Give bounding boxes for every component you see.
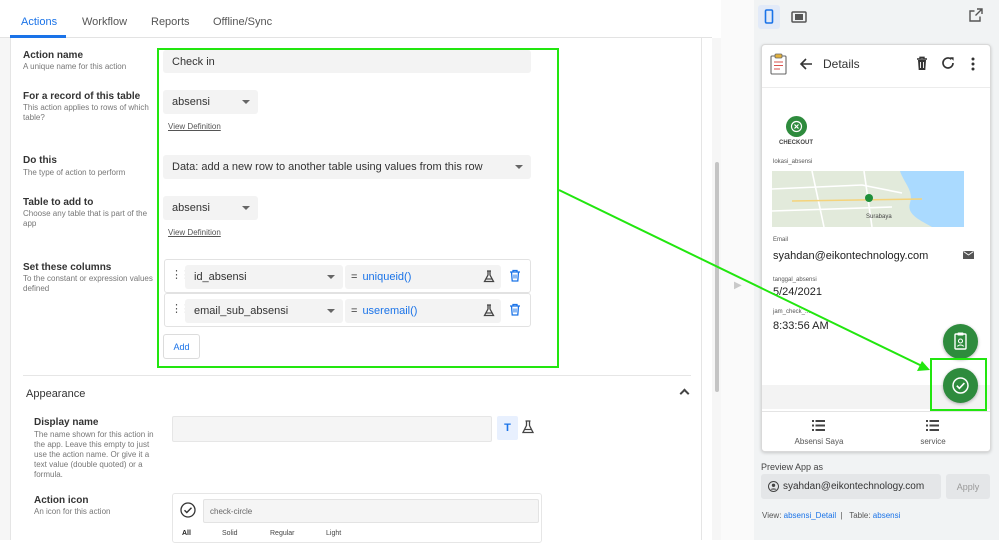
field-label-tanggal: tanggal_absensi [773,277,817,283]
action-name-desc: A unique name for this action [23,62,127,71]
trash-icon[interactable] [916,56,928,71]
back-arrow-icon[interactable] [799,57,813,71]
nav-label: Absensi Saya [794,437,844,446]
header-divider [762,87,990,88]
for-record-desc: This action applies to rows of which tab… [23,103,149,122]
tab-actions[interactable]: Actions [21,16,57,28]
icon-tab-solid[interactable]: Solid [222,530,238,537]
set-columns-desc: To the constant or expression values def… [23,274,153,293]
icon-search-value: check-circle [210,506,253,516]
field-label-email: Email [773,237,789,243]
collapse-arrow-icon[interactable]: ▶ [734,280,742,291]
field-value-tanggal: 5/24/2021 [773,286,822,298]
open-new-icon[interactable] [969,8,983,22]
display-name-input[interactable] [172,416,492,442]
tab-offline-sync[interactable]: Offline/Sync [213,16,272,28]
mobile-icon [764,9,774,24]
bottom-navigation: Absensi Saya service [762,411,990,451]
icon-tab-light[interactable]: Light [326,530,341,537]
display-name-desc: The name shown for this action in the ap… [34,430,154,479]
action-icon-desc: An icon for this action [34,507,111,516]
editor-scrollbar-thumb[interactable] [715,162,719,392]
icon-tab-regular[interactable]: Regular [270,530,295,537]
list-icon [926,420,939,431]
separator: | [838,511,848,520]
action-icon-label: Action icon [34,495,89,506]
appearance-section-title: Appearance [26,388,86,400]
highlight-box-action-config [157,48,559,368]
mail-icon[interactable] [963,251,974,259]
table-to-add-label: Table to add to [23,197,94,208]
field-label-lokasi: lokasi_absensi [773,159,813,165]
app-header-title: Details [823,57,860,71]
nav-item-service[interactable]: service [876,412,990,451]
action-name-label: Action name [23,50,84,61]
field-value-jam: 8:33:56 AM [773,320,829,332]
table-to-add-desc: Choose any table that is part of the app [23,209,148,228]
section-divider [23,375,691,376]
app-header: Details [762,45,990,83]
nav-label: service [920,437,946,446]
view-table-info: View: absensi_Detail | Table: absensi [762,511,900,520]
cancel-circle-icon [790,120,803,133]
nav-item-absensi-saya[interactable]: Absensi Saya [762,412,876,451]
tab-reports[interactable]: Reports [151,16,190,28]
panel-gutter [721,0,754,540]
checkout-label: CHECKOUT [779,140,813,146]
icon-tab-all[interactable]: All [182,530,191,537]
highlight-box-fab [930,358,987,411]
flask-icon[interactable] [521,419,535,435]
display-name-label: Display name [34,417,99,428]
text-mode-button[interactable]: T [497,416,518,440]
editor-margin [0,38,10,540]
preview-as-input[interactable]: syahdan@eikontechnology.com [761,474,941,499]
clipboard-icon [770,53,787,75]
tab-bar: Actions Workflow Reports Offline/Sync [0,0,712,38]
preview-as-value: syahdan@eikontechnology.com [783,481,925,492]
list-icon [812,420,825,431]
map-label: Surabaya [866,214,892,220]
icon-search-input[interactable]: check-circle [203,499,539,523]
view-name-link[interactable]: absensi_Detail [784,511,836,520]
table-name-link[interactable]: absensi [873,511,901,520]
more-vert-icon[interactable] [970,56,976,72]
clipboard-icon [954,332,967,350]
table-prefix: Table: [849,511,871,520]
preview-as-label: Preview App as [761,462,824,472]
clipboard-action-button[interactable] [943,324,978,359]
tab-workflow[interactable]: Workflow [82,16,127,28]
do-this-desc: The type of action to perform [23,168,126,177]
do-this-label: Do this [23,155,57,166]
account-icon [768,481,779,492]
tablet-icon[interactable] [790,8,808,26]
location-map[interactable]: Surabaya [772,171,964,227]
for-record-label: For a record of this table [23,91,141,102]
check-circle-icon [180,502,196,518]
field-label-jam: jam_check_... [773,309,811,315]
field-value-email: syahdan@eikontechnology.com [773,250,929,262]
set-columns-label: Set these columns [23,262,112,273]
mobile-view-button[interactable] [758,5,780,29]
action-icon-picker: check-circle All Solid Regular Light [172,493,542,543]
view-prefix: View: [762,511,782,520]
apply-button[interactable]: Apply [946,474,990,499]
checkout-action-button[interactable] [786,116,807,137]
refresh-icon[interactable] [940,55,956,71]
